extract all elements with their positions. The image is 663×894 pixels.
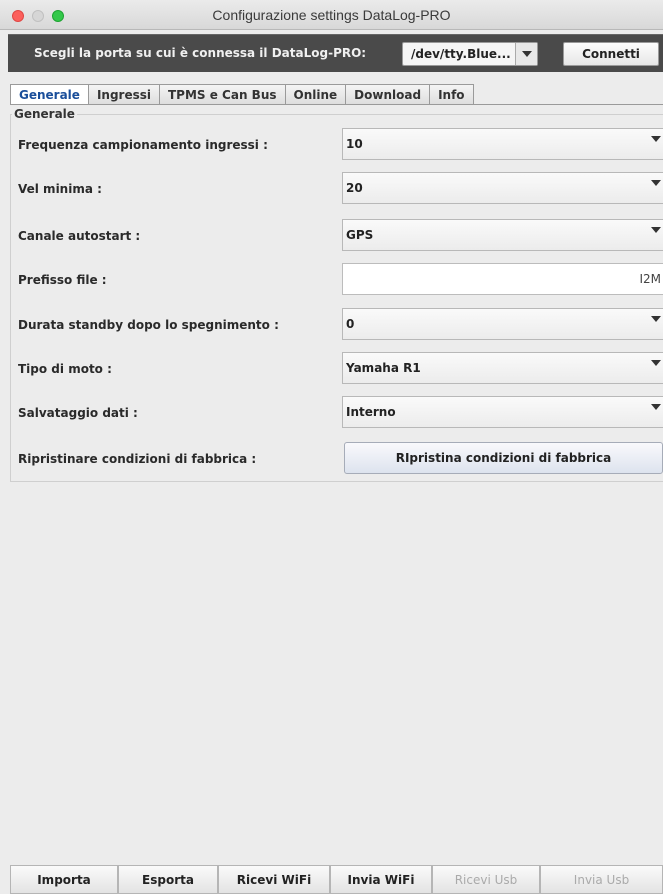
factory-reset-button[interactable]: RIpristina condizioni di fabbrica [344, 442, 663, 474]
chevron-down-icon [651, 360, 661, 380]
bike-type-select[interactable]: Yamaha R1 [342, 352, 663, 384]
port-select-value: /dev/tty.Blue... [411, 47, 511, 61]
tab-download[interactable]: Download [345, 84, 431, 104]
file-prefix-input[interactable]: I2M [342, 263, 663, 295]
panel-title: Generale [12, 107, 77, 121]
sampling-frequency-value: 10 [346, 137, 363, 151]
data-storage-select[interactable]: Interno [342, 396, 663, 428]
chevron-down-icon [651, 316, 661, 336]
min-speed-label: Vel minima : [18, 182, 102, 196]
autostart-channel-select[interactable]: GPS [342, 219, 663, 251]
receive-wifi-button[interactable]: Ricevi WiFi [218, 865, 330, 894]
window-titlebar: Configurazione settings DataLog-PRO [0, 0, 663, 30]
bike-type-label: Tipo di moto : [18, 362, 112, 376]
connect-button[interactable]: Connetti [563, 42, 659, 66]
send-wifi-button[interactable]: Invia WiFi [330, 865, 432, 894]
file-prefix-value: I2M [639, 272, 661, 286]
window-title: Configurazione settings DataLog-PRO [212, 7, 451, 23]
standby-duration-select[interactable]: 0 [342, 308, 663, 340]
sampling-frequency-label: Frequenza campionamento ingressi : [18, 138, 268, 152]
tab-online[interactable]: Online [284, 84, 347, 104]
tab-info[interactable]: Info [429, 84, 474, 104]
send-usb-button[interactable]: Invia Usb [540, 865, 663, 894]
receive-usb-button[interactable]: Ricevi Usb [432, 865, 540, 894]
chevron-down-icon [651, 227, 661, 247]
file-prefix-label: Prefisso file : [18, 273, 107, 287]
tab-ingressi[interactable]: Ingressi [87, 84, 160, 104]
export-button[interactable]: Esporta [118, 865, 218, 894]
autostart-channel-label: Canale autostart : [18, 229, 141, 243]
min-speed-select[interactable]: 20 [342, 172, 663, 204]
data-storage-label: Salvataggio dati : [18, 406, 138, 420]
tab-tpms-can-bus[interactable]: TPMS e Can Bus [159, 84, 286, 104]
port-select[interactable]: /dev/tty.Blue... [402, 42, 538, 66]
standby-duration-value: 0 [346, 317, 355, 331]
chevron-down-icon [651, 180, 661, 200]
tab-panel-divider [10, 104, 663, 105]
port-label: Scegli la porta su cui è connessa il Dat… [34, 46, 367, 60]
factory-reset-label: Ripristinare condizioni di fabbrica : [18, 452, 257, 466]
standby-duration-label: Durata standby dopo lo spegnimento : [18, 318, 279, 332]
bike-type-value: Yamaha R1 [346, 361, 421, 375]
tab-bar: Generale Ingressi TPMS e Can Bus Online … [10, 84, 474, 105]
import-button[interactable]: Importa [10, 865, 118, 894]
data-storage-value: Interno [346, 405, 396, 419]
min-speed-value: 20 [346, 181, 363, 195]
port-bar: Scegli la porta su cui è connessa il Dat… [8, 34, 663, 72]
chevron-down-icon [515, 43, 537, 65]
chevron-down-icon [651, 136, 661, 156]
chevron-down-icon [651, 404, 661, 424]
tab-generale[interactable]: Generale [10, 84, 89, 105]
autostart-channel-value: GPS [346, 228, 374, 242]
sampling-frequency-select[interactable]: 10 [342, 128, 663, 160]
